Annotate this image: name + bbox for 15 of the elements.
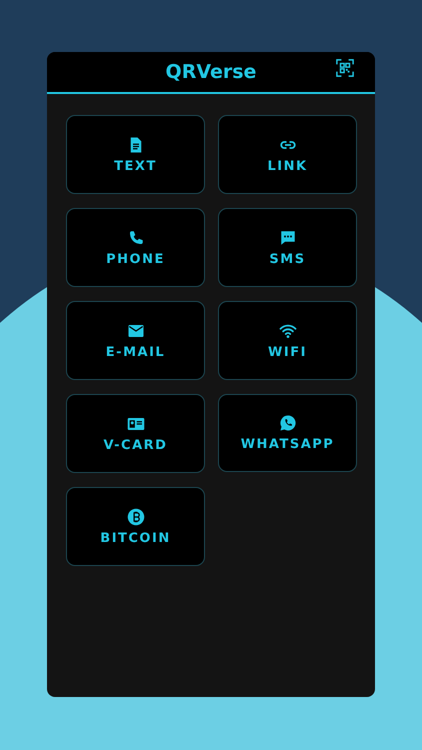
- app-title: QRVerse: [166, 61, 256, 83]
- chat-bubble-icon: [278, 228, 296, 246]
- qr-type-tile[interactable]: WIFI: [218, 301, 357, 380]
- bitcoin-icon: [126, 508, 144, 526]
- qr-type-tile[interactable]: PHONE: [66, 208, 205, 287]
- qr-type-tile[interactable]: SMS: [218, 208, 357, 287]
- whatsapp-icon: [278, 414, 296, 432]
- qr-type-tile[interactable]: WHATSAPP: [218, 394, 357, 472]
- qr-type-tile[interactable]: E-MAIL: [66, 301, 205, 380]
- qr-type-tile[interactable]: V-CARD: [66, 394, 205, 473]
- qr-type-tile[interactable]: TEXT: [66, 115, 205, 194]
- qr-scan-icon[interactable]: [336, 59, 354, 77]
- qr-type-tile[interactable]: BITCOIN: [66, 487, 205, 566]
- qr-type-tile[interactable]: LINK: [218, 115, 357, 194]
- wifi-icon: [278, 322, 296, 340]
